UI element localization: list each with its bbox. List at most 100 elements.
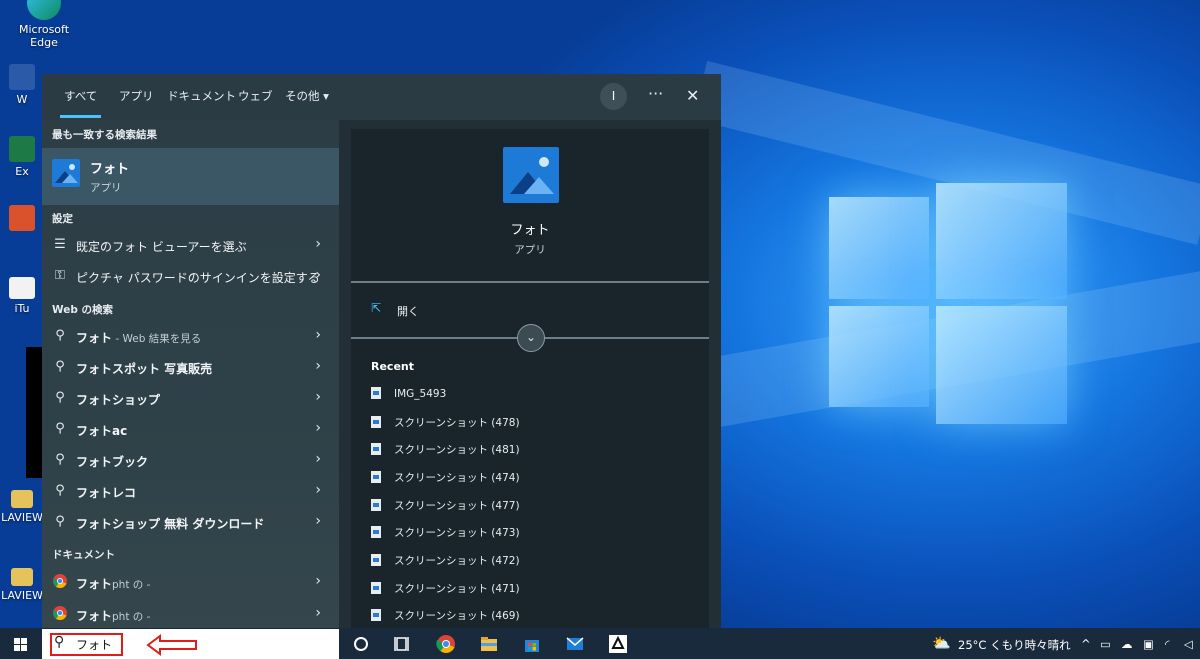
desktop-black-block xyxy=(26,347,42,478)
web-result[interactable]: ⚲ フォトスポット 写真販売 › xyxy=(42,352,339,383)
result-preview-pane: フォト アプリ ⇱ 開く ⌄ Recent IMG_5493 スクリーンショット… xyxy=(339,120,721,628)
preview-card: フォト アプリ ⇱ 開く ⌄ Recent IMG_5493 スクリーンショット… xyxy=(351,129,709,628)
open-action[interactable]: ⇱ 開く xyxy=(371,301,571,321)
web-result[interactable]: ⚲ フォトブック › xyxy=(42,445,339,476)
document-result[interactable]: フォトpht の - › xyxy=(42,567,339,598)
tab-documents[interactable]: ドキュメント xyxy=(167,88,236,104)
weather-icon[interactable]: ⛅ xyxy=(932,634,951,652)
list-settings-icon: ☰ xyxy=(54,237,66,252)
windows-logo-pane xyxy=(829,306,929,407)
best-match-result[interactable]: フォト アプリ xyxy=(42,148,339,205)
result-label: フォトスポット 写真販売 xyxy=(76,360,212,377)
excel-icon xyxy=(9,136,35,162)
itunes-icon xyxy=(9,277,35,299)
search-icon: ⚲ xyxy=(55,328,65,343)
recent-item-label: スクリーンショット (471) xyxy=(394,583,520,595)
image-file-icon xyxy=(371,582,381,594)
result-label-suffix: - Web 結果を見る xyxy=(112,333,202,345)
annotation-highlight-box xyxy=(50,633,123,656)
recent-item[interactable]: スクリーンショット (472) xyxy=(371,553,520,573)
result-label-bold: フォトショップ 無料 ダウンロード xyxy=(76,517,265,531)
desktop-icon-app[interactable] xyxy=(0,205,46,234)
settings-result-default-viewer[interactable]: ☰ 既定のフォト ビューアーを選ぶ › xyxy=(42,230,339,261)
divider xyxy=(351,281,709,283)
start-search-panel: すべて アプリ ドキュメント ウェブ その他 ▾ I ··· ✕ 最も一致する検… xyxy=(42,74,721,628)
recent-item[interactable]: スクリーンショット (469) xyxy=(371,608,520,628)
result-label: フォト - Web 結果を見る xyxy=(76,329,201,346)
onedrive-icon[interactable]: ☁ xyxy=(1121,637,1133,651)
recent-item[interactable]: スクリーンショット (481) xyxy=(371,442,520,462)
desktop-icon-label: LAVIEW xyxy=(1,511,43,524)
tab-apps[interactable]: アプリ xyxy=(119,88,154,104)
wifi-icon[interactable]: ◜ xyxy=(1165,637,1169,651)
expand-chevron-icon[interactable]: ⌄ xyxy=(517,324,545,352)
task-view-icon[interactable] xyxy=(392,634,412,654)
word-icon xyxy=(9,64,35,90)
chevron-up-icon[interactable]: ^ xyxy=(1081,637,1091,651)
search-icon: ⚲ xyxy=(55,421,65,436)
recent-item[interactable]: スクリーンショット (474) xyxy=(371,470,520,490)
more-options-icon[interactable]: ··· xyxy=(648,84,663,103)
result-label: ピクチャ パスワードのサインインを設定する xyxy=(76,271,320,285)
close-icon[interactable]: ✕ xyxy=(686,86,699,105)
app-shortcut-icon xyxy=(9,205,35,231)
web-result[interactable]: ⚲ フォトショップ › xyxy=(42,383,339,414)
network-icon[interactable]: ▣ xyxy=(1143,637,1154,651)
best-match-title: フォト xyxy=(90,162,130,177)
recent-item[interactable]: スクリーンショット (477) xyxy=(371,498,520,518)
recent-item[interactable]: スクリーンショット (471) xyxy=(371,581,520,601)
windows-logo-pane xyxy=(936,306,1067,424)
chevron-right-icon: › xyxy=(315,573,321,589)
desktop-icon-laview[interactable]: LAVIEW xyxy=(0,490,46,524)
annotation-arrow-icon xyxy=(146,634,197,656)
mail-icon[interactable] xyxy=(565,634,585,654)
tray-icon[interactable]: ▭ xyxy=(1100,637,1111,651)
result-label-bold: フォトブック xyxy=(76,455,149,469)
recent-item[interactable]: IMG_5493 xyxy=(371,387,446,407)
recent-item-label: IMG_5493 xyxy=(394,388,447,400)
start-button[interactable] xyxy=(14,638,28,652)
image-file-icon xyxy=(371,443,381,455)
microsoft-store-icon[interactable] xyxy=(522,634,542,654)
result-label: 既定のフォト ビューアーを選ぶ xyxy=(76,240,247,254)
search-icon: ⚲ xyxy=(55,483,65,498)
desktop-icon-word[interactable]: W xyxy=(0,64,46,106)
desktop-icon-label: Ex xyxy=(15,165,29,178)
section-heading-best-match: 最も一致する検索結果 xyxy=(52,129,157,141)
recent-item[interactable]: スクリーンショット (478) xyxy=(371,415,520,435)
recent-item-label: スクリーンショット (474) xyxy=(394,472,520,484)
recent-item-label: スクリーンショット (469) xyxy=(394,610,520,622)
chevron-right-icon: › xyxy=(315,605,321,621)
app-icon[interactable] xyxy=(608,634,628,654)
volume-icon[interactable]: ◁ xyxy=(1184,637,1193,651)
tab-more[interactable]: その他 ▾ xyxy=(285,88,329,104)
image-file-icon xyxy=(371,609,381,621)
image-file-icon xyxy=(371,526,381,538)
result-label-bold: フォトac xyxy=(76,424,128,438)
account-avatar[interactable]: I xyxy=(600,83,627,110)
desktop-icon-excel[interactable]: Ex xyxy=(0,136,46,178)
search-icon: ⚲ xyxy=(55,359,65,374)
result-label-suffix: pht の - xyxy=(112,611,151,623)
cortana-icon[interactable] xyxy=(351,634,371,654)
desktop-icon-laview-2[interactable]: LAVIEW xyxy=(0,568,46,602)
result-label: フォトpht の - xyxy=(76,607,150,624)
recent-item[interactable]: スクリーンショット (473) xyxy=(371,525,520,545)
desktop-icon-itunes[interactable]: iTu xyxy=(0,277,46,315)
web-result[interactable]: ⚲ フォト - Web 結果を見る › xyxy=(42,321,339,352)
settings-result-picture-password[interactable]: ⚿ ピクチャ パスワードのサインインを設定する › xyxy=(42,261,339,292)
chrome-icon[interactable] xyxy=(436,634,456,654)
file-explorer-icon[interactable] xyxy=(479,634,499,654)
desktop-icon-edge[interactable]: Microsoft Edge xyxy=(6,0,82,49)
open-icon: ⇱ xyxy=(371,301,382,315)
document-result[interactable]: フォトpht の - › xyxy=(42,599,339,630)
weather-text[interactable]: 25°C くもり時々晴れ xyxy=(958,637,1071,653)
web-result[interactable]: ⚲ フォトac › xyxy=(42,414,339,445)
recent-item-label: スクリーンショット (477) xyxy=(394,500,520,512)
tab-web[interactable]: ウェブ xyxy=(238,88,273,104)
web-result[interactable]: ⚲ フォトレコ › xyxy=(42,476,339,507)
tab-all[interactable]: すべて xyxy=(59,88,102,118)
chevron-right-icon: › xyxy=(315,420,321,436)
web-result[interactable]: ⚲ フォトショップ 無料 ダウンロード › xyxy=(42,507,339,538)
section-heading-documents: ドキュメント xyxy=(52,549,115,561)
